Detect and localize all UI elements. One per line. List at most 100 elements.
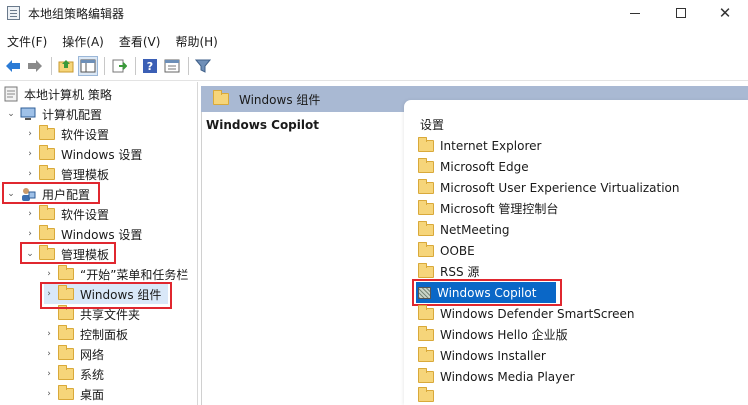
show-hide-tree-icon	[80, 59, 96, 73]
list-item[interactable]: Microsoft 管理控制台	[416, 198, 748, 219]
tree-label: 计算机配置	[42, 107, 103, 122]
folder-icon	[418, 304, 434, 320]
chevron-right-icon[interactable]: ›	[25, 229, 35, 239]
back-button[interactable]	[3, 56, 23, 76]
folder-icon	[418, 367, 434, 383]
chevron-right-icon[interactable]: ›	[25, 129, 35, 139]
back-arrow-icon	[6, 60, 20, 72]
tree-item-network[interactable]: › 网络	[44, 344, 104, 364]
list-item-partial[interactable]	[416, 387, 748, 405]
policy-document-icon	[4, 86, 18, 102]
list-item[interactable]: Microsoft User Experience Virtualization	[416, 177, 748, 198]
tree-item-uc-windows-settings[interactable]: › Windows 设置	[25, 224, 142, 244]
maximize-icon	[676, 8, 686, 18]
properties-button[interactable]	[162, 56, 182, 76]
chevron-right-icon[interactable]: ›	[25, 149, 35, 159]
list-item-label: Windows Installer	[440, 348, 546, 363]
menu-bar: 文件(F) 操作(A) 查看(V) 帮助(H)	[0, 30, 748, 52]
tree-label: Windows 设置	[61, 147, 143, 162]
tree-item-cc-admin-templates[interactable]: › 管理模板	[25, 164, 109, 184]
chevron-right-icon[interactable]: ›	[44, 269, 54, 279]
folder-icon	[418, 220, 434, 236]
folder-icon	[418, 262, 434, 278]
export-list-button[interactable]	[109, 56, 129, 76]
menu-file[interactable]: 文件(F)	[0, 30, 55, 52]
folder-icon	[58, 345, 74, 360]
chevron-right-icon[interactable]: ›	[44, 389, 54, 399]
tree-item-cc-windows-settings[interactable]: › Windows 设置	[25, 144, 142, 164]
list-item[interactable]: Windows Installer	[416, 345, 748, 366]
menu-help[interactable]: 帮助(H)	[168, 30, 225, 52]
filter-button[interactable]	[193, 56, 213, 76]
computer-icon	[20, 107, 36, 120]
list-item-label: Microsoft User Experience Virtualization	[440, 180, 680, 195]
tree-item-control-panel[interactable]: › 控制面板	[44, 324, 128, 344]
chevron-right-icon[interactable]: ›	[44, 349, 54, 359]
highlight-windows-components	[40, 282, 172, 309]
list-item[interactable]: NetMeeting	[416, 219, 748, 240]
toolbar-separator	[188, 57, 189, 75]
maximize-button[interactable]	[658, 0, 704, 26]
menu-view[interactable]: 查看(V)	[112, 30, 169, 52]
svg-text:?: ?	[147, 60, 153, 73]
help-icon: ?	[143, 59, 157, 73]
tree-label: 桌面	[80, 387, 105, 402]
up-one-level-button[interactable]	[56, 56, 76, 76]
tree-label: 系统	[80, 367, 105, 382]
list-item-label: Windows Defender SmartScreen	[440, 306, 635, 321]
title-bar: 本地组策略编辑器 ✕	[0, 0, 748, 26]
list-item[interactable]: Windows Hello 企业版	[416, 324, 748, 345]
menu-action[interactable]: 操作(A)	[55, 30, 112, 52]
tree-item-desktop[interactable]: › 桌面	[44, 384, 104, 404]
list-item[interactable]: Internet Explorer	[416, 135, 748, 156]
list-item-label: RSS 源	[440, 265, 480, 279]
chevron-right-icon[interactable]: ›	[25, 209, 35, 219]
folder-icon	[39, 205, 55, 220]
list-item[interactable]: Windows Media Player	[416, 366, 748, 387]
folder-icon	[58, 385, 74, 400]
list-item[interactable]: OOBE	[416, 240, 748, 261]
toolbar-separator	[51, 57, 52, 75]
toolbar-separator	[104, 57, 105, 75]
folder-icon	[39, 165, 55, 180]
up-folder-icon	[58, 60, 74, 73]
export-list-icon	[112, 59, 127, 73]
tree-item-cc-software-settings[interactable]: › 软件设置	[25, 124, 109, 144]
settings-column-header[interactable]: 设置	[420, 116, 444, 133]
folder-icon	[418, 157, 434, 173]
details-header-title: Windows 组件	[239, 92, 321, 107]
help-button[interactable]: ?	[140, 56, 160, 76]
list-item[interactable]: Windows Defender SmartScreen	[416, 303, 748, 324]
list-item-label: Microsoft 管理控制台	[440, 202, 559, 216]
navigation-tree: 本地计算机 策略 ⌄ 计算机配置 › 软件设置 › Windows 设置 › 管…	[0, 82, 198, 405]
tree-label: 网络	[80, 347, 105, 362]
filter-icon	[195, 59, 211, 73]
folder-icon	[418, 136, 434, 152]
properties-icon	[164, 59, 180, 73]
minimize-button[interactable]	[612, 0, 658, 26]
list-item-label: NetMeeting	[440, 222, 510, 237]
folder-icon	[418, 241, 434, 257]
chevron-right-icon[interactable]: ›	[25, 169, 35, 179]
pane-divider[interactable]	[201, 112, 202, 405]
close-icon: ✕	[718, 4, 732, 22]
folder-icon	[418, 325, 434, 341]
close-button[interactable]: ✕	[702, 0, 748, 26]
folder-icon	[58, 305, 74, 320]
folder-icon	[39, 225, 55, 240]
chevron-down-icon[interactable]: ⌄	[6, 109, 16, 119]
app-icon	[7, 6, 20, 20]
list-item-label: Microsoft Edge	[440, 159, 529, 174]
tree-item-local-computer-policy[interactable]: 本地计算机 策略	[4, 84, 112, 104]
tree-item-computer-config[interactable]: ⌄ 计算机配置	[6, 104, 102, 124]
tree-item-start-menu-taskbar[interactable]: › “开始”菜单和任务栏	[44, 264, 188, 284]
show-hide-tree-button[interactable]	[78, 56, 98, 76]
tree-item-uc-software-settings[interactable]: › 软件设置	[25, 204, 109, 224]
folder-icon	[58, 325, 74, 340]
tree-item-system[interactable]: › 系统	[44, 364, 104, 384]
chevron-right-icon[interactable]: ›	[44, 329, 54, 339]
forward-button[interactable]	[25, 56, 45, 76]
list-item-label: Windows Hello 企业版	[440, 328, 568, 342]
list-item[interactable]: Microsoft Edge	[416, 156, 748, 177]
chevron-right-icon[interactable]: ›	[44, 369, 54, 379]
